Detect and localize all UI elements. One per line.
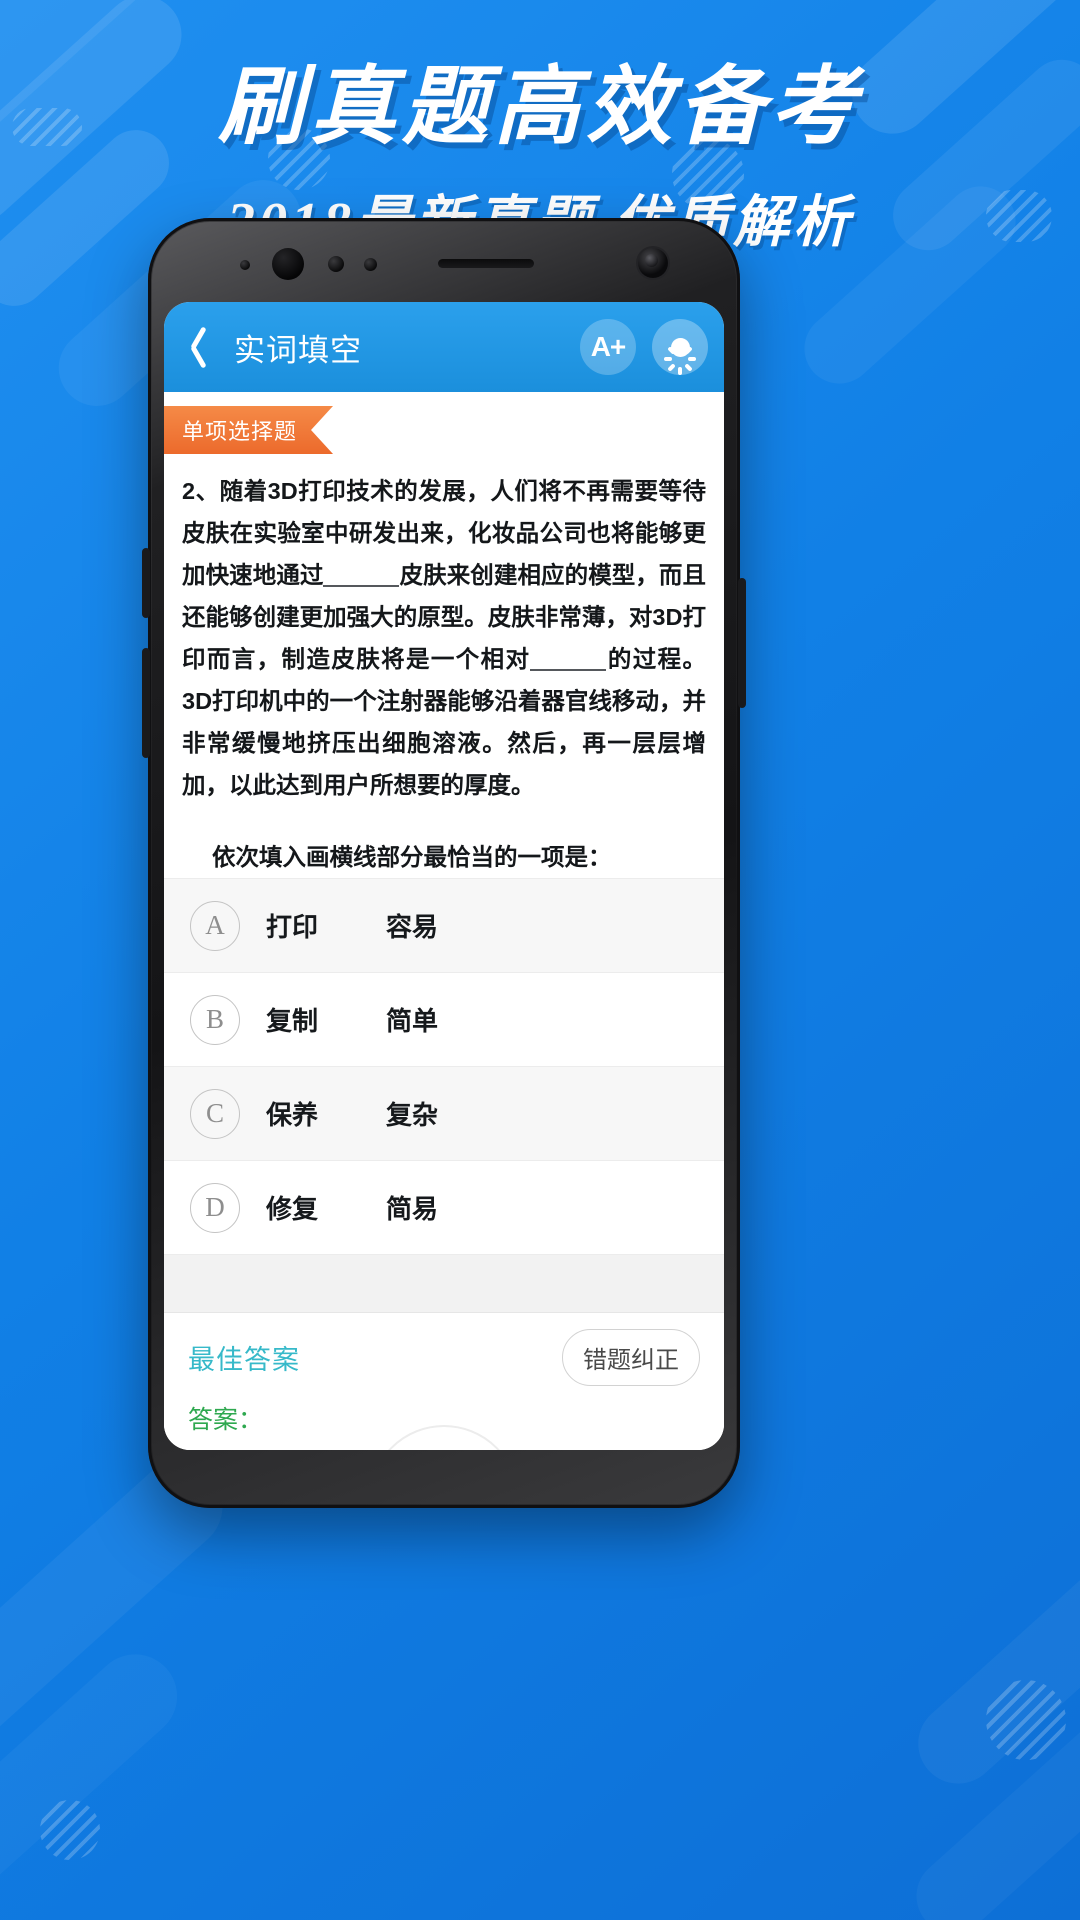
option-letter: C [190, 1088, 240, 1139]
option-text-second: 简易 [386, 1194, 439, 1224]
secondary-camera-icon [638, 248, 668, 278]
option-letter: B [190, 994, 240, 1045]
blank-underline [323, 585, 400, 587]
promo-text-block: 刷真题高效备考 2018最新真题 优质解析 [0, 0, 1080, 254]
brightness-button[interactable] [652, 319, 708, 375]
answer-header-row: 最佳答案 错题纠正 [188, 1329, 700, 1386]
iris-sensor-icon [364, 258, 377, 271]
decor-hatch [40, 1800, 100, 1860]
question-content: 单项选择题 2、随着3D打印技术的发展，人们将不再需要等待皮肤在实验室中研发出来… [164, 392, 724, 1450]
option-text-second: 容易 [386, 912, 439, 942]
phone-screen: 实词填空 A+ 单项选择题 2、随着3D打印技术的发展，人们将不再需要等待皮肤在… [164, 302, 724, 1450]
phone-power-button [738, 578, 746, 708]
font-size-button[interactable]: A+ [580, 319, 636, 375]
promo-headline: 刷真题高效备考 [218, 59, 862, 155]
option-row[interactable]: C 保养 复杂 [164, 1066, 724, 1160]
option-text-first: 打印 [266, 912, 319, 942]
phone-mockup: 实词填空 A+ 单项选择题 2、随着3D打印技术的发展，人们将不再需要等待皮肤在… [142, 218, 746, 1508]
option-text-first: 修复 [266, 1194, 319, 1224]
option-text-first: 保养 [266, 1100, 319, 1130]
brightness-ray [684, 363, 693, 372]
option-text-second: 复杂 [386, 1100, 439, 1130]
options-list: A 打印 容易 B 复制 简单 C 保养 复杂 D 修复 简易 [164, 878, 724, 1312]
brightness-ray [678, 343, 682, 351]
question-prompt: 依次填入画横线部分最恰当的一项是： [212, 844, 612, 870]
phone-volume-up-button [142, 548, 150, 618]
brightness-ray [664, 357, 672, 361]
option-text-first: 复制 [266, 1006, 319, 1036]
brightness-ray [678, 367, 682, 375]
error-correction-button[interactable]: 错题纠正 [562, 1329, 700, 1386]
brightness-ray [667, 363, 676, 372]
decor-hatch [986, 1680, 1066, 1760]
proximity-sensor-icon [240, 260, 250, 270]
question-type-label: 单项选择题 [164, 406, 333, 454]
question-text: 2、随着3D打印技术的发展，人们将不再需要等待皮肤在实验室中研发出来，化妆品公司… [164, 454, 724, 806]
option-text-second: 简单 [386, 1006, 439, 1036]
earpiece-speaker-icon [438, 259, 534, 268]
phone-bottom-bezel [164, 1450, 724, 1492]
front-camera-icon [272, 248, 304, 280]
option-row[interactable]: B 复制 简单 [164, 972, 724, 1066]
app-header-bar: 实词填空 A+ [164, 302, 724, 392]
header-actions: A+ [580, 319, 708, 375]
option-row[interactable]: D 修复 简易 [164, 1160, 724, 1254]
brightness-ray [688, 357, 696, 361]
best-answer-title: 最佳答案 [188, 1345, 300, 1375]
ambient-sensor-icon [328, 256, 344, 272]
page-title: 实词填空 [234, 332, 362, 368]
option-letter: A [190, 900, 240, 951]
phone-volume-down-button [142, 648, 150, 758]
back-chevron-icon[interactable] [180, 324, 220, 370]
option-row[interactable]: A 打印 容易 [164, 878, 724, 972]
phone-top-bezel [162, 232, 726, 300]
options-spacer [164, 1254, 724, 1312]
blank-underline [530, 669, 607, 671]
option-letter: D [190, 1182, 240, 1233]
question-type-ribbon: 单项选择题 [164, 406, 333, 454]
font-size-label: A+ [590, 331, 627, 362]
